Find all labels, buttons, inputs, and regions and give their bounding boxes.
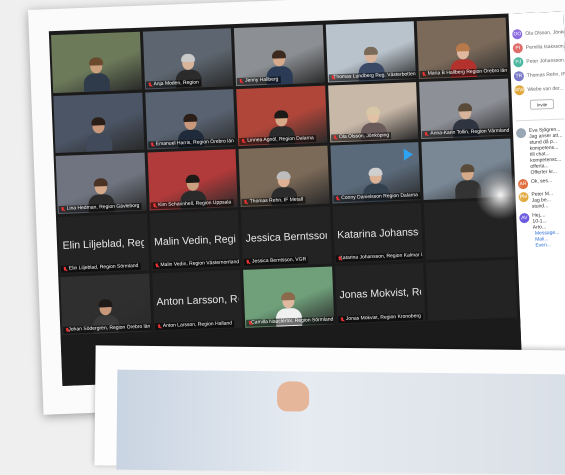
chat-text: Ok, ses... [531,178,552,189]
muted-mic-icon [147,82,151,87]
muted-mic-icon [241,139,245,144]
participant-tile[interactable]: Kim Scharinhell, Region Uppsala [147,149,238,210]
photo-image [116,370,565,475]
participant-display-name: Jessica Berntsson, VGR [245,229,327,244]
participant-name-label: Elin Liljeblad, Region Sörmland [61,263,141,273]
muted-mic-icon [239,78,243,83]
participant-list-name: Wiebe van der... [527,86,563,93]
participant-tile[interactable]: Malin Vedin, Region Väs... Malin Vedin, R… [149,210,240,271]
muted-mic-icon [61,207,65,212]
participant-tile[interactable]: Linnea Agnöl, Region Dalarna [236,85,327,146]
muted-mic-icon [424,132,428,137]
participant-name-label: Jessica Berntsson, VGR [244,257,308,266]
participant-list-name: Thomas Rehn, IF... [527,71,565,79]
muted-mic-icon [157,324,161,329]
participant-tile[interactable] [426,260,517,321]
participant-tile[interactable]: Anna-Karin Tollin, Region Värmland [419,78,510,139]
muted-mic-icon [331,75,332,80]
chat-link[interactable]: Even... [517,241,565,249]
participant-tile[interactable]: Thomas Rehn, IF Metall [239,146,330,207]
divider [516,118,565,121]
muted-mic-icon [150,142,154,147]
participant-name-label: Malin Vedin, Region Västernorrland [152,259,240,269]
participant-tile[interactable]: Camilla Nauclértor, Region Sörmland [243,267,334,328]
avatar: OO [512,29,522,39]
participant-tile[interactable]: Conny Danielsson Region Dalarna [330,142,421,203]
participant-tile[interactable]: Anton Larsson, Region...Anton Larsson, R… [152,270,243,331]
avatar: PI [513,43,523,53]
invite-button[interactable]: Invite [530,99,554,110]
participant-tile[interactable]: Ola Olsson, Jönköping [328,82,419,143]
muted-mic-icon [65,328,66,333]
participant-list-name: Ola Olsson, Jönkö... [525,29,565,37]
participant-video [83,57,110,92]
participant-video [85,117,112,152]
participant-tile[interactable]: Anja Moden, Region [143,28,234,89]
participant-tile[interactable] [53,92,144,153]
participant-tile[interactable]: Thomas Lundberg Reg. Västerbotten [326,21,417,82]
chat-message: Eva Sjögren...Jag anser att...stund då p… [513,123,565,176]
participant-display-name: Malin Vedin, Region Väs... [154,233,236,248]
muted-mic-icon [248,321,249,326]
second-printed-photo [94,345,565,470]
participant-tile[interactable] [51,32,142,93]
participant-list-name: Peter Johansson... [526,57,565,65]
participant-tile[interactable]: Jessica Berntsson, VGR Jessica Berntsson,… [241,206,332,267]
participant-tile[interactable]: Emanuel Harris, Region Örebro län [145,89,236,150]
chat-message: AVHej,...10-1...Arto... [516,208,565,231]
play-icon [404,149,413,161]
chat-text: Eva Sjögren...Jag anser att...stund då p… [529,127,564,176]
participant-tile[interactable]: Jonas Mokvist, Region...Jonas Mokvist, R… [335,263,426,324]
participants-list: OOOla Olsson, Jönkö...PIPernilla Isaksso… [508,11,565,97]
muted-mic-icon [246,260,250,265]
participant-tile[interactable]: Johan Södergren, Region Örebro län [60,274,151,335]
hand-image [277,381,309,411]
participant-display-name: Anton Larsson, Region... [156,293,238,308]
avatar: TR [514,71,524,81]
participant-name-label: Katarina Johansson, Region Kalmar l... [335,252,423,262]
muted-mic-icon [333,135,337,140]
muted-mic-icon [152,203,156,208]
participant-tile[interactable]: Katarina Johansson, Re... Katarina Johans… [333,203,424,264]
muted-mic-icon [154,264,158,269]
participant-display-name: Katarina Johansson, Re... [337,226,419,241]
avatar: PJ [513,57,523,67]
avatar: WW [514,85,524,95]
participant-display-name: Elin Liljeblad, Region So... [62,236,144,251]
participant-list-item[interactable]: WWWiebe van der... [511,81,565,97]
chat-text: Hej,...10-1...Arto... [532,212,547,231]
participant-tile[interactable]: Lina Hedman, Region Gävleborg [56,153,147,214]
chat-text: Peter M...Jag be...stund... [531,191,553,210]
muted-mic-icon [422,71,426,76]
participant-tile[interactable]: Maria B Hallberg Region Örebro län [417,18,508,79]
participant-tile[interactable]: Jenny Hallberg [234,25,325,86]
participant-grid: Anja Moden, RegionJenny HallbergThomas L… [51,18,517,335]
participant-display-name: Jonas Mokvist, Region... [339,286,421,301]
muted-mic-icon [244,200,248,205]
muted-mic-icon [340,317,344,322]
avatar: AV [519,213,529,223]
avatar [516,128,526,138]
participant-list-name: Pernilla Isaksson... [526,43,565,51]
muted-mic-icon [63,267,67,272]
muted-mic-icon [335,196,339,201]
participant-tile[interactable]: Elin Liljeblad, Region So... Elin Liljebl… [58,213,149,274]
participant-name-label: Linnea Agnöl, Region Dalarna [239,135,316,145]
